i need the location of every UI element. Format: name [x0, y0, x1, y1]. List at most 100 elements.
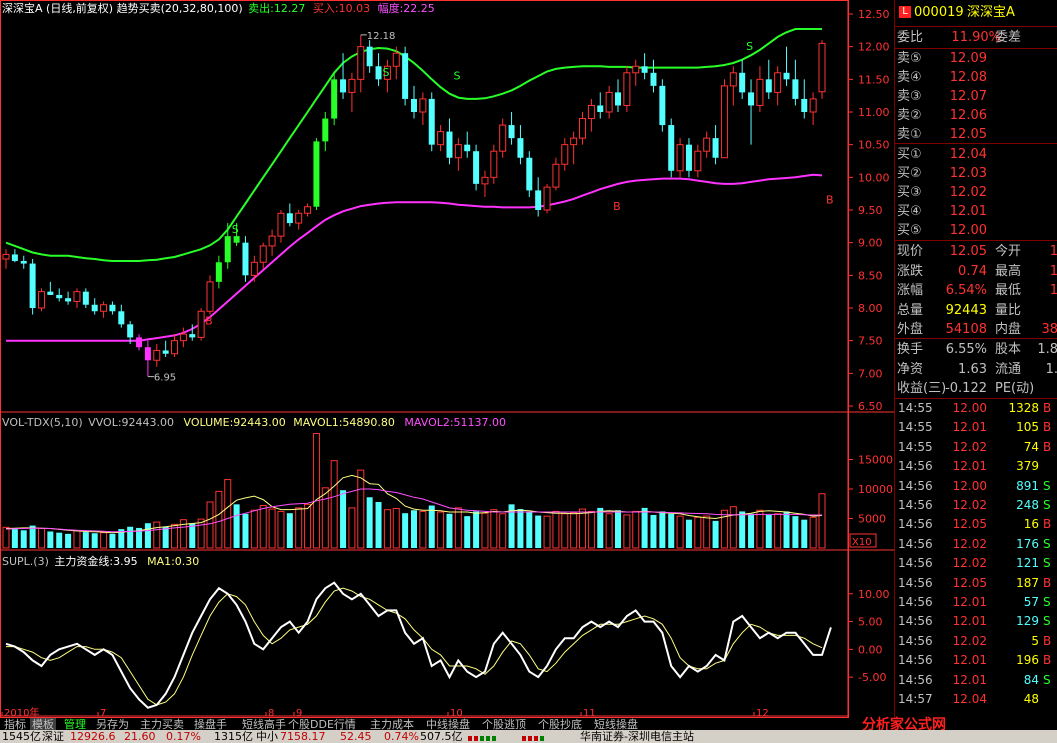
candle-body — [587, 104, 595, 120]
tick-volume: 16 — [1023, 517, 1039, 532]
candle-body — [144, 347, 151, 361]
stat2-row-2-label2: PE(动) — [995, 381, 1035, 396]
stock-code: 000019 — [914, 5, 964, 20]
status-zx-value: 7158.17 — [280, 730, 326, 743]
tick-volume: 74 — [1023, 439, 1039, 454]
buy-signal-label: B — [613, 200, 621, 213]
candle-body — [259, 245, 267, 263]
volume-bar — [676, 515, 684, 549]
candle-body — [543, 186, 551, 211]
candle-body — [774, 72, 782, 93]
supl-line-label: 主力资金线:3.95 — [54, 555, 138, 568]
tick-time: 14:56 — [898, 595, 933, 609]
candle-body — [11, 254, 18, 261]
volume-bar — [189, 523, 196, 548]
price-tick-label: 9.00 — [858, 237, 883, 250]
status-sz-pct: 0.17% — [166, 730, 201, 743]
volume-bar — [801, 519, 808, 548]
candle-body — [215, 262, 222, 282]
status-turnover-3: 507.5亿 — [420, 730, 463, 743]
kline-chart[interactable]: 12.50 12.00 11.50 11.00 10.50 10.00 9.50 9.00 8.… — [0, 0, 894, 718]
volume-bar — [411, 510, 417, 548]
tick-flag: S — [1043, 498, 1051, 512]
tick-price: 12.05 — [952, 575, 987, 590]
candle-body — [685, 144, 692, 171]
mavol2-label: MAVOL2:51137.00 — [404, 416, 507, 429]
candle-body — [29, 263, 36, 308]
status-zx-change: 52.45 — [340, 730, 372, 743]
tick-volume: 129 — [1016, 614, 1039, 629]
candle-body — [242, 242, 249, 276]
chart-area[interactable]: 12.50 12.00 11.50 11.00 10.50 10.00 9.50 9.00 8.… — [0, 0, 894, 718]
volume-bar — [579, 508, 587, 549]
candle-body — [313, 141, 320, 207]
stock-name: 深深宝A — [967, 5, 1015, 20]
tick-price: 12.04 — [952, 692, 987, 706]
status-sz-change: 21.60 — [124, 730, 156, 743]
tick-volume: 1328 — [1008, 401, 1039, 415]
supl-tick-label: -5.00 — [858, 671, 886, 684]
stat-row-4-label: 外盘 — [897, 322, 924, 337]
volume-bar — [242, 513, 249, 548]
volume-bar — [437, 511, 445, 549]
tick-price: 12.02 — [952, 536, 987, 551]
volume-bar — [419, 510, 427, 549]
tick-row: 14:56 12.01 129 S — [895, 612, 1057, 630]
volume-bar — [357, 469, 365, 549]
volume-bar — [277, 510, 285, 549]
bid-level-5-label: 买⑤ — [897, 223, 922, 238]
stat-row-4-label2: 内盘 — [995, 322, 1022, 337]
volume-bar — [91, 533, 98, 548]
volume-bar — [375, 501, 382, 548]
tick-row: 14:56 12.00 891 S — [895, 477, 1057, 495]
candle-body — [570, 137, 578, 146]
candle-body — [73, 291, 81, 302]
candle-body — [809, 98, 817, 113]
supl-ma-line — [6, 587, 823, 706]
candle-body — [597, 105, 604, 112]
volume-bar — [127, 526, 134, 548]
price-tick-label: 9.50 — [858, 204, 883, 217]
volume-bar — [712, 520, 719, 548]
volume-bar — [206, 501, 214, 549]
volume-bar — [623, 514, 631, 549]
chart-title: 深深宝A (日线,前复权) 趋势买卖(20,32,80,100) — [2, 2, 243, 15]
tick-price: 12.01 — [952, 420, 987, 435]
price-tick-label: 12.50 — [858, 8, 890, 21]
candle-body — [224, 236, 231, 263]
candle-body — [739, 72, 746, 93]
volume-bar — [668, 513, 675, 548]
tick-row: 14:56 12.02 5 B — [895, 632, 1057, 650]
low-annotation: 6.95 — [154, 373, 176, 384]
candle-body — [748, 92, 755, 106]
volume-bar — [481, 512, 489, 549]
vol-tick-label: 15000 — [858, 454, 893, 467]
candle-body — [579, 118, 587, 139]
candle-body — [127, 324, 134, 338]
amp-label: 幅度:22.25 — [377, 2, 435, 15]
volume-bar — [552, 510, 560, 549]
tick-volume: 48 — [1023, 692, 1039, 706]
tick-volume: 5 — [1031, 633, 1039, 648]
tick-row: 14:55 12.01 105 B — [895, 418, 1057, 436]
tick-flag: B — [1043, 401, 1052, 415]
volume-bar — [224, 479, 232, 549]
quote-panel: L 000019 深深宝A 委比 11.90% 委差 卖⑤ 12.09 卖④ 12.0… — [894, 0, 1057, 718]
buy-signal-label: B — [826, 193, 834, 206]
candle-body — [357, 46, 365, 80]
vol-indicator-name: VOL-TDX(5,10) — [2, 416, 83, 429]
candle-body — [473, 151, 480, 184]
price-tick-label: 10.50 — [858, 139, 890, 152]
volume-bar — [29, 525, 36, 548]
tick-volume: 57 — [1023, 595, 1039, 609]
supl-tick-label: 10.00 — [858, 588, 890, 601]
volume-bar — [100, 532, 108, 549]
candle-body — [552, 163, 560, 188]
tick-volume: 379 — [1016, 459, 1039, 474]
candle-body — [792, 79, 799, 99]
volume-bar — [464, 516, 471, 548]
volume-bar — [792, 516, 799, 548]
candle-body — [304, 206, 312, 214]
tick-row: 14:56 12.05 16 B — [895, 515, 1057, 533]
candle-body — [729, 72, 737, 87]
